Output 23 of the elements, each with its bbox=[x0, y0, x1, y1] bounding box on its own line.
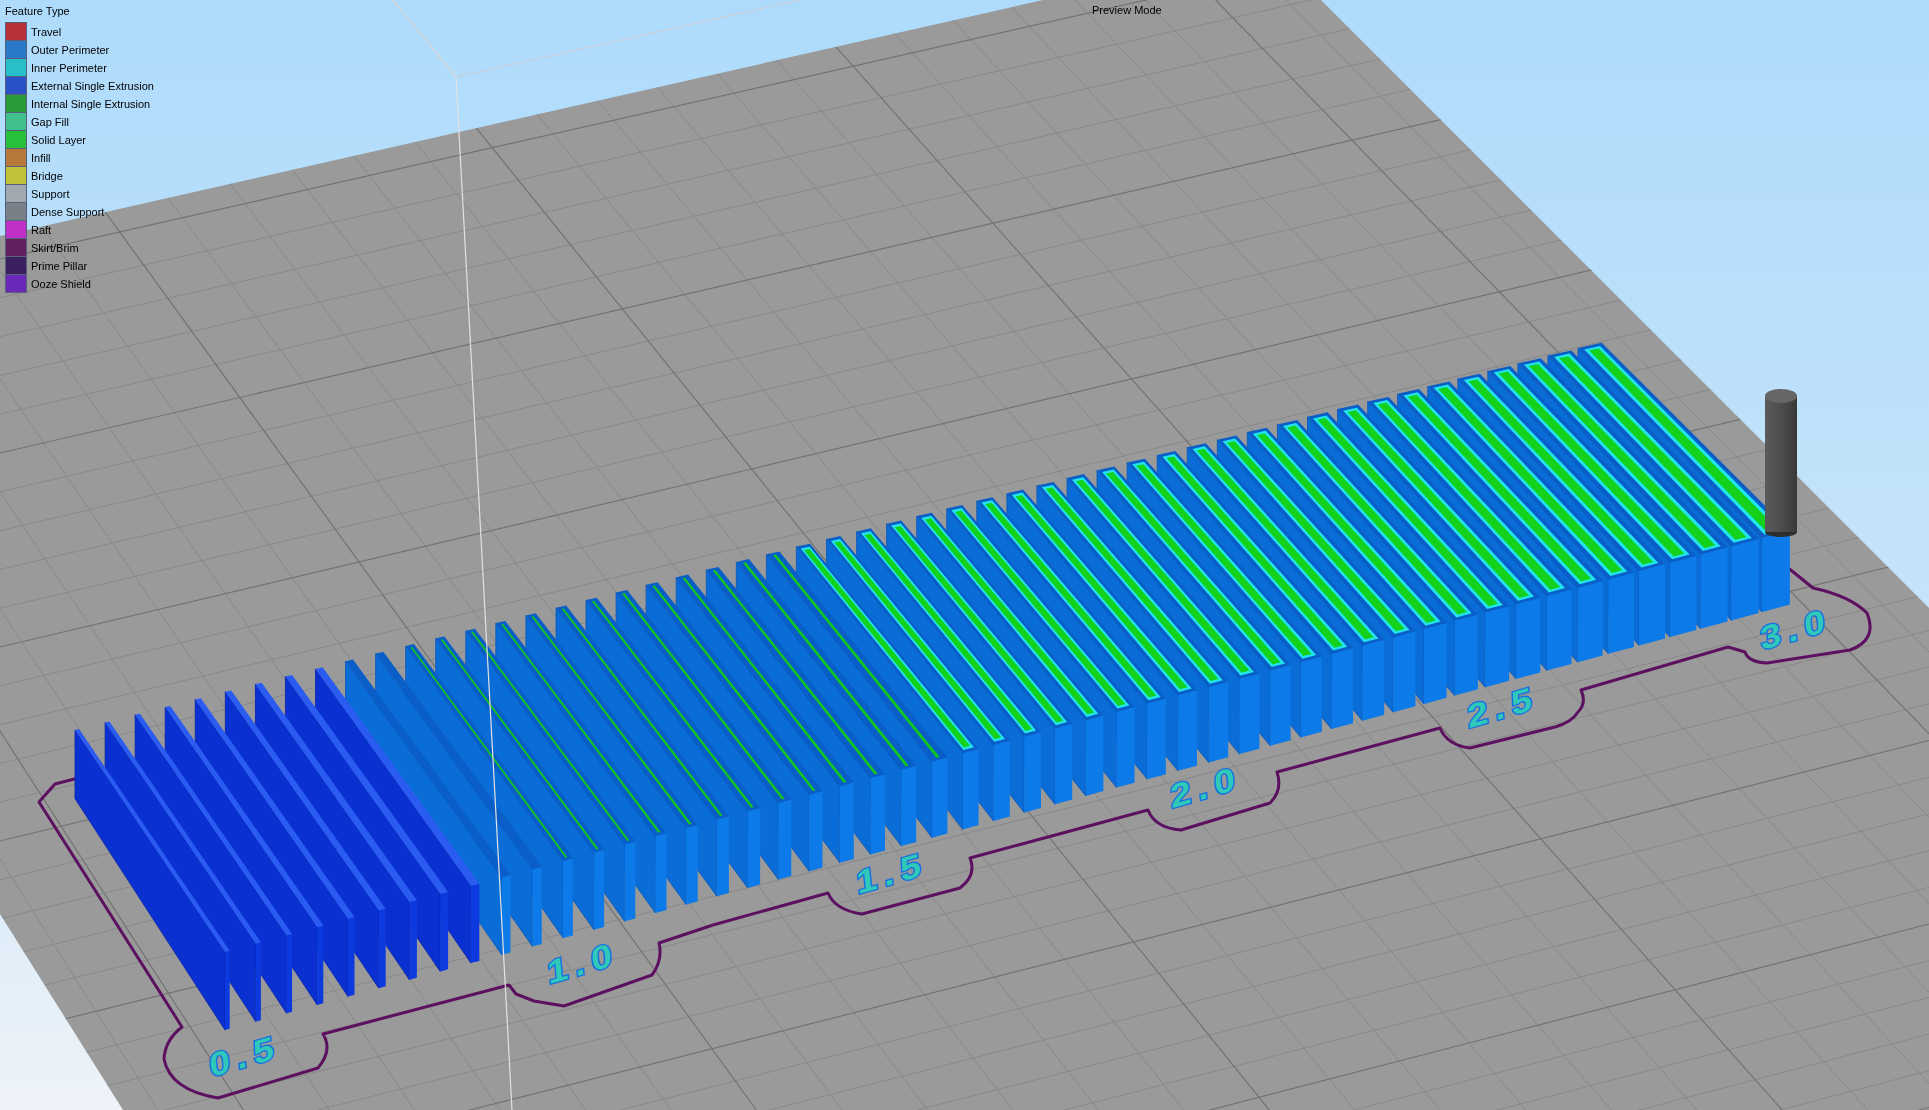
legend-label: Internal Single Extrusion bbox=[31, 97, 152, 112]
legend-label: Ooze Shield bbox=[31, 277, 92, 292]
plate-label: 1.5 bbox=[854, 844, 930, 902]
legend-label: Skirt/Brim bbox=[31, 241, 80, 256]
plate-label: 2.5 bbox=[1465, 678, 1541, 736]
legend-title: Feature Type bbox=[5, 4, 71, 18]
legend-label: Bridge bbox=[31, 169, 64, 184]
legend-label: Prime Pillar bbox=[31, 259, 89, 274]
plate-label: 2.0 bbox=[1168, 758, 1244, 816]
plate-label: 1.0 bbox=[545, 934, 621, 992]
legend-label: Infill bbox=[31, 151, 52, 166]
legend-label: External Single Extrusion bbox=[31, 79, 154, 94]
legend-label: Travel bbox=[31, 25, 63, 40]
legend-label: Gap Fill bbox=[31, 115, 70, 130]
plate-label: 0.5 bbox=[207, 1027, 283, 1085]
mode-label: Preview Mode bbox=[1092, 3, 1162, 17]
legend-label: Solid Layer bbox=[31, 133, 88, 148]
legend-label: Inner Perimeter bbox=[31, 61, 108, 76]
legend-label: Support bbox=[31, 187, 71, 202]
legend-label: Dense Support bbox=[31, 205, 106, 220]
legend-label: Raft bbox=[31, 223, 53, 238]
plate-label: 3.0 bbox=[1758, 600, 1834, 658]
legend-label: Outer Perimeter bbox=[31, 43, 111, 58]
